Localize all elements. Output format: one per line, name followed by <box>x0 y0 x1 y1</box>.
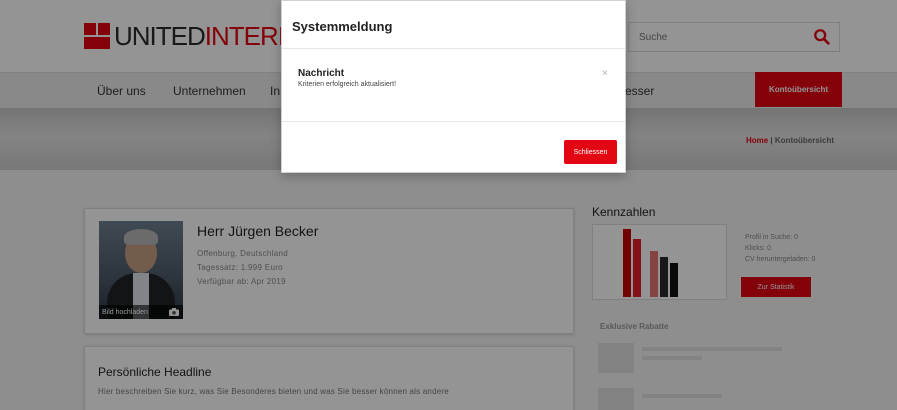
modal-title: Systemmeldung <box>292 19 393 34</box>
system-message-dialog: Systemmeldung Nachricht Kriterien erfolg… <box>281 0 626 173</box>
modal-divider <box>282 121 625 122</box>
modal-subtitle: Nachricht <box>298 68 345 79</box>
close-button[interactable]: Schliessen <box>564 140 617 164</box>
modal-header: Systemmeldung <box>282 1 625 49</box>
close-icon[interactable]: × <box>602 68 608 79</box>
modal-message: Kriterien erfolgreich aktualisiert! <box>298 81 397 88</box>
